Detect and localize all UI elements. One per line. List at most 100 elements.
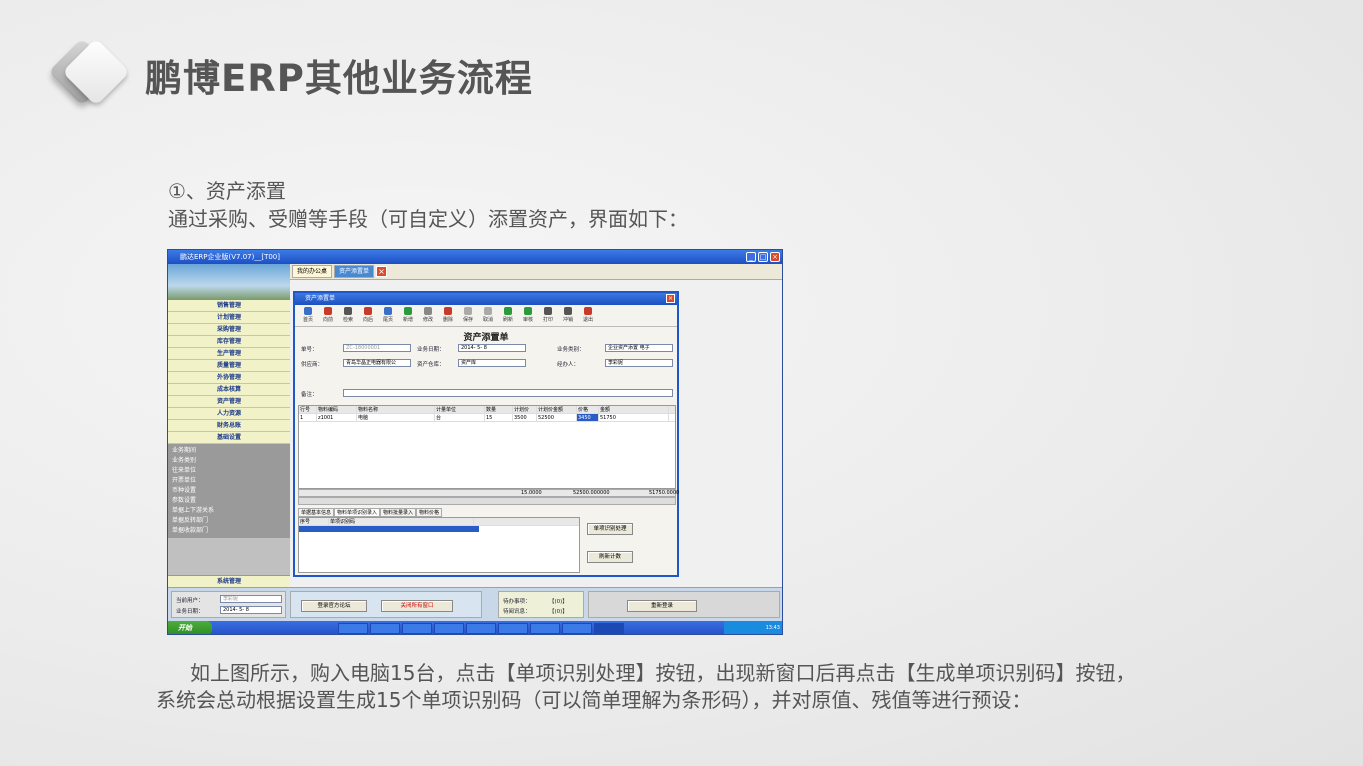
start-button[interactable]: 开始 [168, 621, 212, 634]
sidebar-item[interactable]: 生产管理 [168, 348, 290, 360]
id-code-grid: 序号 单项识别码 [298, 517, 580, 573]
logout-panel: 重新登录 [588, 591, 780, 618]
form-toolbar: 首页 向前 检索 向后 尾页 新增 修改 删除 保存 取消 刷新 审核 打印 冲销 退出 [295, 305, 677, 327]
handler-field[interactable]: 李彩妮 [605, 359, 673, 367]
grid-scrollbar[interactable] [298, 497, 676, 505]
task-button[interactable] [402, 623, 432, 634]
toolbar-label: 刷新 [502, 317, 513, 323]
tab-asset-add[interactable]: 资产添置单 [334, 265, 375, 278]
sidebar-item[interactable]: 销售管理 [168, 300, 290, 312]
toolbar-button[interactable]: 向后 [361, 307, 375, 324]
grid-col-header: 计划价 [513, 406, 537, 413]
grid-cell: z1001 [317, 414, 357, 421]
sidebar-item[interactable]: 基础设置 [168, 432, 290, 444]
toolbar-button[interactable]: 尾页 [381, 307, 395, 324]
task-button[interactable] [466, 623, 496, 634]
sidebar-item[interactable]: 人力资源 [168, 408, 290, 420]
no-field[interactable]: ZC-18000001 [343, 344, 411, 352]
forum-button[interactable]: 登录官方论坛 [301, 600, 367, 612]
sidebar-item[interactable]: 财务总账 [168, 420, 290, 432]
sidebar-menu: 销售管理 计划管理 采购管理 库存管理 生产管理 质量管理 外协管理 成本核算 资产管理 人力资源… [168, 300, 290, 444]
grid-cell: 51750 [599, 414, 669, 421]
sidebar-item[interactable]: 采购管理 [168, 324, 290, 336]
task-button-active[interactable] [594, 623, 624, 634]
toolbar-button[interactable]: 新增 [401, 307, 415, 324]
task-button[interactable] [562, 623, 592, 634]
subgrid-header: 序号 单项识别码 [299, 518, 579, 526]
msg-value[interactable]: 【(0)】 [549, 607, 568, 615]
sub-tab[interactable]: 物料价格 [416, 508, 443, 517]
sidebar-sub-item[interactable]: 单据上下游关系 [172, 506, 286, 516]
form-close-icon[interactable]: × [666, 294, 675, 303]
toolbar-button[interactable]: 修改 [421, 307, 435, 324]
system-manage-button[interactable]: 系统管理 [168, 575, 290, 587]
refresh-count-button[interactable]: 刷新计数 [587, 551, 633, 563]
sidebar-banner-image [168, 264, 290, 300]
user-field: 李彩妮 [220, 595, 282, 603]
toolbar-button[interactable]: 打印 [541, 307, 555, 324]
status-panel: 当前用户： 李彩妮 业务日期： 2014- 5- 8 登录官方论坛 关闭所有窗口… [168, 587, 782, 621]
toolbar-button[interactable]: 审核 [521, 307, 535, 324]
toolbar-button[interactable]: 保存 [461, 307, 475, 324]
toolbar-button[interactable]: 刷新 [501, 307, 515, 324]
bottom-date-field[interactable]: 2014- 5- 8 [220, 606, 282, 614]
date-field[interactable]: 2014- 5- 8 [458, 344, 526, 352]
toolbar-icon [504, 307, 512, 315]
sidebar-sub-item[interactable]: 开票单位 [172, 476, 286, 486]
sidebar-sub-item[interactable]: 币种设置 [172, 486, 286, 496]
remark-field[interactable] [343, 389, 673, 397]
sidebar-sub-item[interactable]: 业务类别 [172, 456, 286, 466]
sidebar-item[interactable]: 库存管理 [168, 336, 290, 348]
task-button[interactable] [498, 623, 528, 634]
sum-amount: 51750.0000 [649, 490, 680, 496]
toolbar-button[interactable]: 取消 [481, 307, 495, 324]
todo-value[interactable]: 【(0)】 [549, 597, 568, 605]
sidebar-sub-item[interactable]: 业务期间 [172, 446, 286, 456]
supplier-field[interactable]: 青岛华晶正电器有限公 [343, 359, 411, 367]
subgrid-col-code: 单项识别码 [329, 518, 474, 525]
subgrid-selected-row[interactable] [299, 526, 479, 532]
sidebar-item[interactable]: 资产管理 [168, 396, 290, 408]
task-button[interactable] [530, 623, 560, 634]
task-button[interactable] [434, 623, 464, 634]
close-icon[interactable]: × [770, 252, 780, 262]
warehouse-field[interactable]: 资产库 [458, 359, 526, 367]
sidebar-item[interactable]: 质量管理 [168, 360, 290, 372]
type-label: 业务类别： [557, 347, 585, 353]
close-tab-icon[interactable]: × [376, 266, 388, 277]
close-all-button[interactable]: 关闭所有窗口 [381, 600, 453, 612]
task-button[interactable] [338, 623, 368, 634]
sidebar-sub-item[interactable]: 单据收款部门 [172, 526, 286, 536]
description-line1: 如上图所示，购入电脑15台，点击【单项识别处理】按钮，出现新窗口后再点击【生成单… [190, 661, 1136, 685]
toolbar-label: 取消 [482, 317, 493, 323]
sidebar-item[interactable]: 成本核算 [168, 384, 290, 396]
sidebar-sub-item[interactable]: 参数设置 [172, 496, 286, 506]
toolbar-button[interactable]: 冲销 [561, 307, 575, 324]
grid-col-header: 计划价金额 [537, 406, 577, 413]
grid-col-header: 金额 [599, 406, 669, 413]
toolbar-button[interactable]: 向前 [321, 307, 335, 324]
toolbar-button[interactable]: 检索 [341, 307, 355, 324]
relogin-button[interactable]: 重新登录 [627, 600, 697, 612]
sub-tab-bar: 单据基本信息 物料单项识别录入 物料批量录入 物料价格 [298, 508, 443, 517]
sidebar-item[interactable]: 外协管理 [168, 372, 290, 384]
sidebar-sub-item[interactable]: 单据反转部门 [172, 516, 286, 526]
tab-desk[interactable]: 我的办公桌 [292, 265, 333, 278]
sub-tab[interactable]: 物料单项识别录入 [334, 508, 381, 517]
toolbar-icon [464, 307, 472, 315]
table-row[interactable]: 1 z1001 电脑台 15 3500 52500 3450 51750 [299, 414, 675, 422]
sidebar-item[interactable]: 计划管理 [168, 312, 290, 324]
toolbar-button[interactable]: 首页 [301, 307, 315, 324]
id-process-button[interactable]: 单项识别处理 [587, 523, 633, 535]
toolbar-button[interactable]: 退出 [581, 307, 595, 324]
sub-tab[interactable]: 单据基本信息 [298, 508, 335, 517]
toolbar-label: 首页 [302, 317, 313, 323]
toolbar-icon [564, 307, 572, 315]
minimize-icon[interactable]: _ [746, 252, 756, 262]
maximize-icon[interactable]: □ [758, 252, 768, 262]
type-field[interactable]: 企业资产添置 电子 [605, 344, 673, 352]
sub-tab[interactable]: 物料批量录入 [380, 508, 417, 517]
sidebar-sub-item[interactable]: 往来单位 [172, 466, 286, 476]
toolbar-button[interactable]: 删除 [441, 307, 455, 324]
task-button[interactable] [370, 623, 400, 634]
